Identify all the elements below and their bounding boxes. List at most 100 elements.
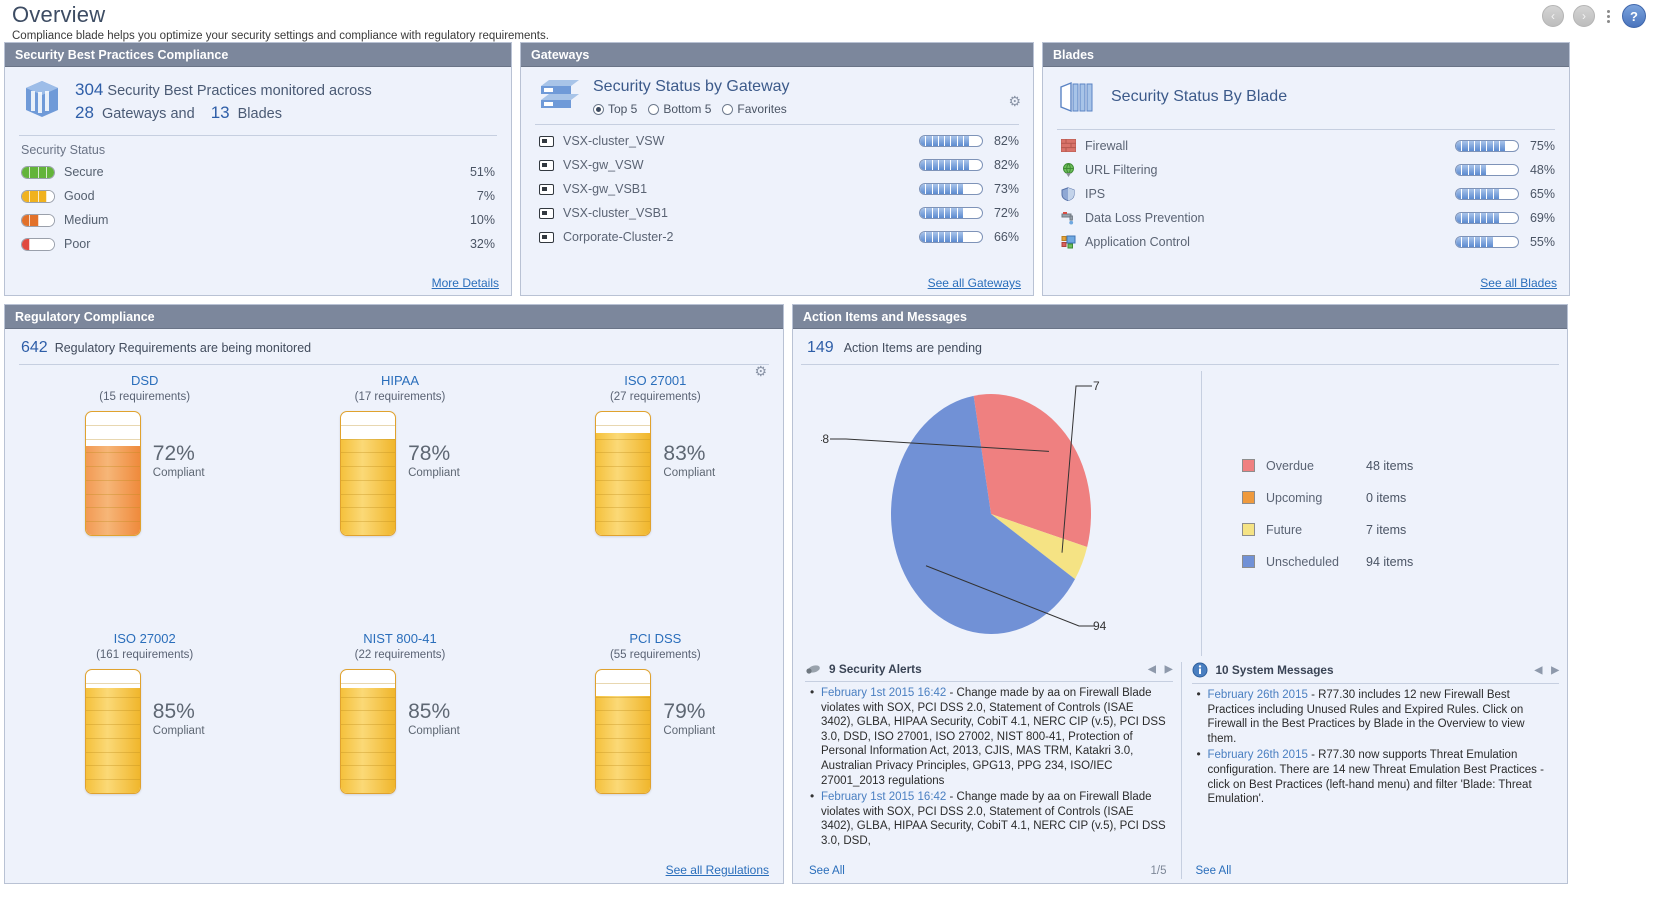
radio-icon[interactable] — [648, 103, 660, 115]
regulation-gauge[interactable]: ISO 27001 (27 requirements) 83% Complian… — [528, 373, 783, 621]
blade-row[interactable]: IPS 65% — [1055, 182, 1557, 206]
message-date: February 26th 2015 — [1207, 749, 1308, 762]
blade-percent: 65% — [1529, 187, 1555, 201]
best-practices-count: 304 — [75, 80, 104, 99]
overflow-menu-icon[interactable] — [1604, 9, 1613, 23]
status-label: Secure — [64, 165, 104, 179]
gateway-filter-bottom-5[interactable]: Bottom 5 — [648, 102, 711, 116]
regulation-name[interactable]: DSD — [17, 373, 272, 388]
filter-label: Top 5 — [608, 102, 638, 116]
gateway-row[interactable]: VSX-gw_VSW 82% — [533, 153, 1021, 177]
info-icon — [1192, 662, 1207, 678]
page-title: Overview — [12, 2, 106, 27]
alerts-next-button[interactable]: ▶ — [1165, 664, 1173, 675]
gateway-percent: 66% — [993, 230, 1019, 244]
legend-swatch — [1242, 523, 1255, 536]
radio-icon[interactable] — [593, 103, 604, 115]
see-all-blades-link[interactable]: See all Blades — [1480, 276, 1557, 290]
divider — [1057, 129, 1555, 130]
gateway-percent: 82% — [993, 134, 1019, 148]
blades-count: 13 — [210, 103, 230, 122]
regulation-gauge[interactable]: DSD (15 requirements) 72% Compliant — [17, 373, 272, 621]
security-status-label: Security Status — [21, 143, 106, 157]
gateway-row[interactable]: VSX-gw_VSB1 73% — [533, 177, 1021, 201]
progress-bar — [1455, 236, 1519, 248]
see-all-regulations-link[interactable]: See all Regulations — [666, 863, 769, 877]
messages-row: 9 Security Alerts ◀ ▶ February 1st 2015 … — [801, 662, 1559, 879]
forward-button[interactable]: › — [1573, 5, 1595, 27]
regulation-requirements: (27 requirements) — [609, 391, 701, 403]
gateway-name: VSX-gw_VSW — [563, 158, 644, 172]
help-button[interactable]: ? — [1622, 4, 1646, 28]
gateways-panel: Gateways Security Status by Gateway Top … — [520, 42, 1034, 296]
regulation-compliant-label: Compliant — [663, 725, 716, 737]
gateway-device-icon — [539, 183, 554, 195]
header-toolbar: ‹ › ? — [1542, 4, 1646, 28]
list-item[interactable]: February 1st 2015 16:42 - Change made by… — [810, 686, 1169, 788]
regulatory-gauges-grid: DSD (15 requirements) 72% Compliant HIPA… — [17, 373, 783, 879]
list-item[interactable]: February 1st 2015 16:42 - Change made by… — [810, 789, 1169, 848]
blade-row[interactable]: Application Control 55% — [1055, 230, 1557, 254]
gateway-device-icon — [539, 207, 554, 219]
security-status-row: Poor 32% — [17, 232, 499, 256]
regulatory-count-text: Regulatory Requirements are being monito… — [54, 341, 312, 355]
gateway-filter-top-5[interactable]: Top 5 — [593, 102, 637, 116]
message-date: February 1st 2015 16:42 — [821, 687, 947, 699]
list-item[interactable]: February 26th 2015 - R77.30 now supports… — [1197, 747, 1556, 806]
regulation-name[interactable]: ISO 27001 — [528, 373, 783, 388]
panel-title-regulatory: Regulatory Compliance — [5, 305, 783, 329]
list-item[interactable]: February 26th 2015 - R77.30 includes 12 … — [1197, 688, 1556, 746]
more-details-link[interactable]: More Details — [432, 276, 499, 290]
progress-bar — [1455, 140, 1519, 152]
gateway-filter-favorites[interactable]: Favorites — [722, 102, 787, 116]
regulation-name[interactable]: ISO 27002 — [17, 631, 272, 646]
regulatory-count: 642 — [21, 339, 48, 356]
blade-row[interactable]: URL Filtering 48% — [1055, 158, 1557, 182]
gateways-settings-gear-icon[interactable]: ⚙ — [1008, 93, 1021, 110]
blade-row[interactable]: Firewall 75% — [1055, 134, 1557, 158]
blade-row[interactable]: Data Loss Prevention 69% — [1055, 206, 1557, 230]
regulation-name[interactable]: HIPAA — [272, 373, 527, 388]
alerts-see-all-link[interactable]: See All — [809, 865, 845, 877]
message-date: February 1st 2015 16:42 — [821, 791, 947, 804]
regulation-gauge[interactable]: PCI DSS (55 requirements) 79% Compliant — [528, 631, 783, 879]
gateway-row[interactable]: Corporate-Cluster-2 66% — [533, 225, 1021, 249]
divider — [19, 364, 769, 365]
best-practices-icon — [26, 81, 58, 117]
compliance-gauge-tube — [595, 411, 652, 536]
status-pill — [21, 237, 55, 251]
regulation-requirements: (17 requirements) — [354, 391, 446, 403]
messages-see-all-link[interactable]: See All — [1196, 865, 1232, 877]
regulation-percent: 85% — [408, 700, 451, 723]
blade-name: IPS — [1085, 187, 1106, 201]
messages-next-button[interactable]: ▶ — [1551, 665, 1559, 676]
blade-name: Application Control — [1085, 235, 1190, 249]
regulation-gauge[interactable]: HIPAA (17 requirements) 78% Compliant — [272, 373, 527, 621]
gateway-row[interactable]: VSX-cluster_VSW 82% — [533, 129, 1021, 153]
regulatory-settings-gear-icon[interactable]: ⚙ — [754, 363, 767, 380]
blades-panel: Blades Security Status By Blade Firewall… — [1042, 42, 1570, 296]
regulation-name[interactable]: PCI DSS — [528, 631, 783, 646]
pie-callout-label: 48 — [821, 432, 829, 446]
radio-icon[interactable] — [722, 103, 734, 115]
see-all-gateways-link[interactable]: See all Gateways — [928, 276, 1021, 290]
progress-bar — [919, 183, 983, 195]
regulation-name[interactable]: NIST 800-41 — [272, 631, 527, 646]
url-filtering-icon — [1061, 163, 1076, 177]
alerts-prev-button[interactable]: ◀ — [1148, 664, 1156, 675]
blade-name: Data Loss Prevention — [1085, 211, 1205, 225]
back-button[interactable]: ‹ — [1542, 5, 1564, 27]
compliance-gauge-tube — [340, 411, 397, 536]
best-practices-count-text: Security Best Practices monitored across — [107, 83, 372, 99]
gateway-row[interactable]: VSX-cluster_VSB1 72% — [533, 201, 1021, 225]
gateway-filter-group[interactable]: Top 5 Bottom 5 Favorites — [593, 102, 790, 116]
gateways-count: 28 — [75, 103, 94, 122]
regulation-gauge[interactable]: NIST 800-41 (22 requirements) 85% Compli… — [272, 631, 527, 879]
legend-label: Upcoming — [1266, 490, 1323, 505]
message-text: Change made by aa on Firewall Blade viol… — [821, 687, 1166, 787]
regulation-gauge[interactable]: ISO 27002 (161 requirements) 85% Complia… — [17, 631, 272, 879]
pie-callout-label: 94 — [1093, 619, 1107, 633]
gateway-percent: 73% — [993, 182, 1019, 196]
messages-prev-button[interactable]: ◀ — [1535, 665, 1543, 676]
gateways-list: VSX-cluster_VSW 82% VSX-gw_VSW 82% VSX-g… — [533, 129, 1021, 249]
